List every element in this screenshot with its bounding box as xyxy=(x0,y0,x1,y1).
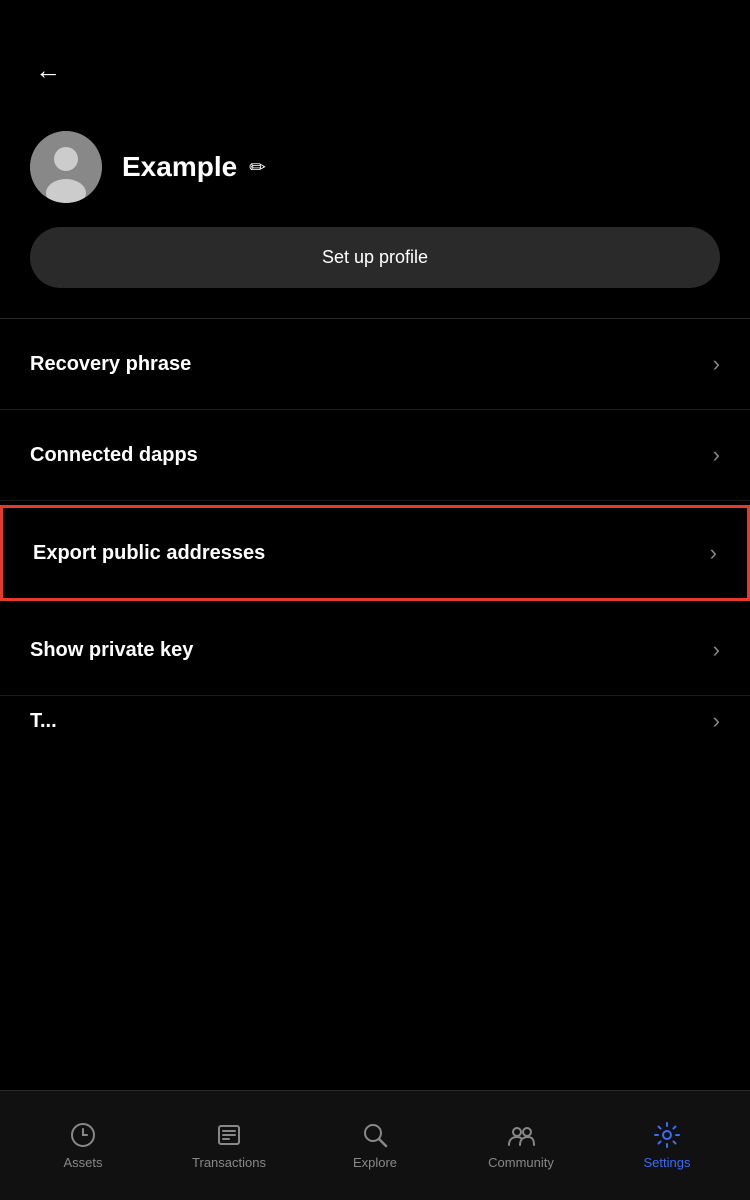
nav-item-settings[interactable]: Settings xyxy=(594,1111,740,1180)
explore-icon xyxy=(361,1121,389,1149)
chevron-right-icon: › xyxy=(713,442,720,468)
menu-item-label: Show private key xyxy=(30,639,193,662)
nav-label-community: Community xyxy=(488,1155,554,1170)
community-icon xyxy=(507,1121,535,1149)
back-button[interactable]: ← xyxy=(30,50,66,91)
nav-label-assets: Assets xyxy=(63,1155,102,1170)
menu-item-label-partial: T... xyxy=(30,710,57,733)
nav-item-explore[interactable]: Explore xyxy=(302,1111,448,1180)
profile-name: Example xyxy=(122,151,237,183)
screen: ← Example ✏ Set up profile Recovery phra… xyxy=(0,0,750,1200)
nav-item-assets[interactable]: Assets xyxy=(10,1111,156,1180)
menu-item-partial[interactable]: T... › xyxy=(0,696,750,746)
transactions-icon xyxy=(215,1121,243,1149)
profile-info: Example ✏ xyxy=(30,131,720,203)
setup-profile-button[interactable]: Set up profile xyxy=(30,227,720,288)
nav-item-community[interactable]: Community xyxy=(448,1111,594,1180)
header: ← xyxy=(0,0,750,111)
edit-icon[interactable]: ✏ xyxy=(249,155,266,180)
nav-label-transactions: Transactions xyxy=(192,1155,266,1170)
menu-item-label: Connected dapps xyxy=(30,444,198,467)
nav-item-transactions[interactable]: Transactions xyxy=(156,1111,302,1180)
menu-item-recovery-phrase[interactable]: Recovery phrase › xyxy=(0,319,750,410)
profile-name-row: Example ✏ xyxy=(122,151,266,183)
menu-item-label: Recovery phrase xyxy=(30,353,191,376)
chevron-right-icon: › xyxy=(713,708,720,734)
menu-item-label: Export public addresses xyxy=(33,542,265,565)
menu-item-connected-dapps[interactable]: Connected dapps › xyxy=(0,410,750,501)
avatar xyxy=(30,131,102,203)
chevron-right-icon: › xyxy=(710,540,717,566)
chevron-right-icon: › xyxy=(713,637,720,663)
bottom-nav: Assets Transactions Explore xyxy=(0,1090,750,1200)
nav-label-explore: Explore xyxy=(353,1155,397,1170)
assets-icon xyxy=(69,1121,97,1149)
profile-section: Example ✏ Set up profile xyxy=(0,111,750,318)
settings-icon xyxy=(653,1121,681,1149)
chevron-right-icon: › xyxy=(713,351,720,377)
nav-label-settings: Settings xyxy=(644,1155,691,1170)
menu-item-show-private-key[interactable]: Show private key › xyxy=(0,605,750,696)
menu-item-export-public-addresses[interactable]: Export public addresses › xyxy=(0,505,750,601)
menu-list: Recovery phrase › Connected dapps › Expo… xyxy=(0,319,750,1090)
